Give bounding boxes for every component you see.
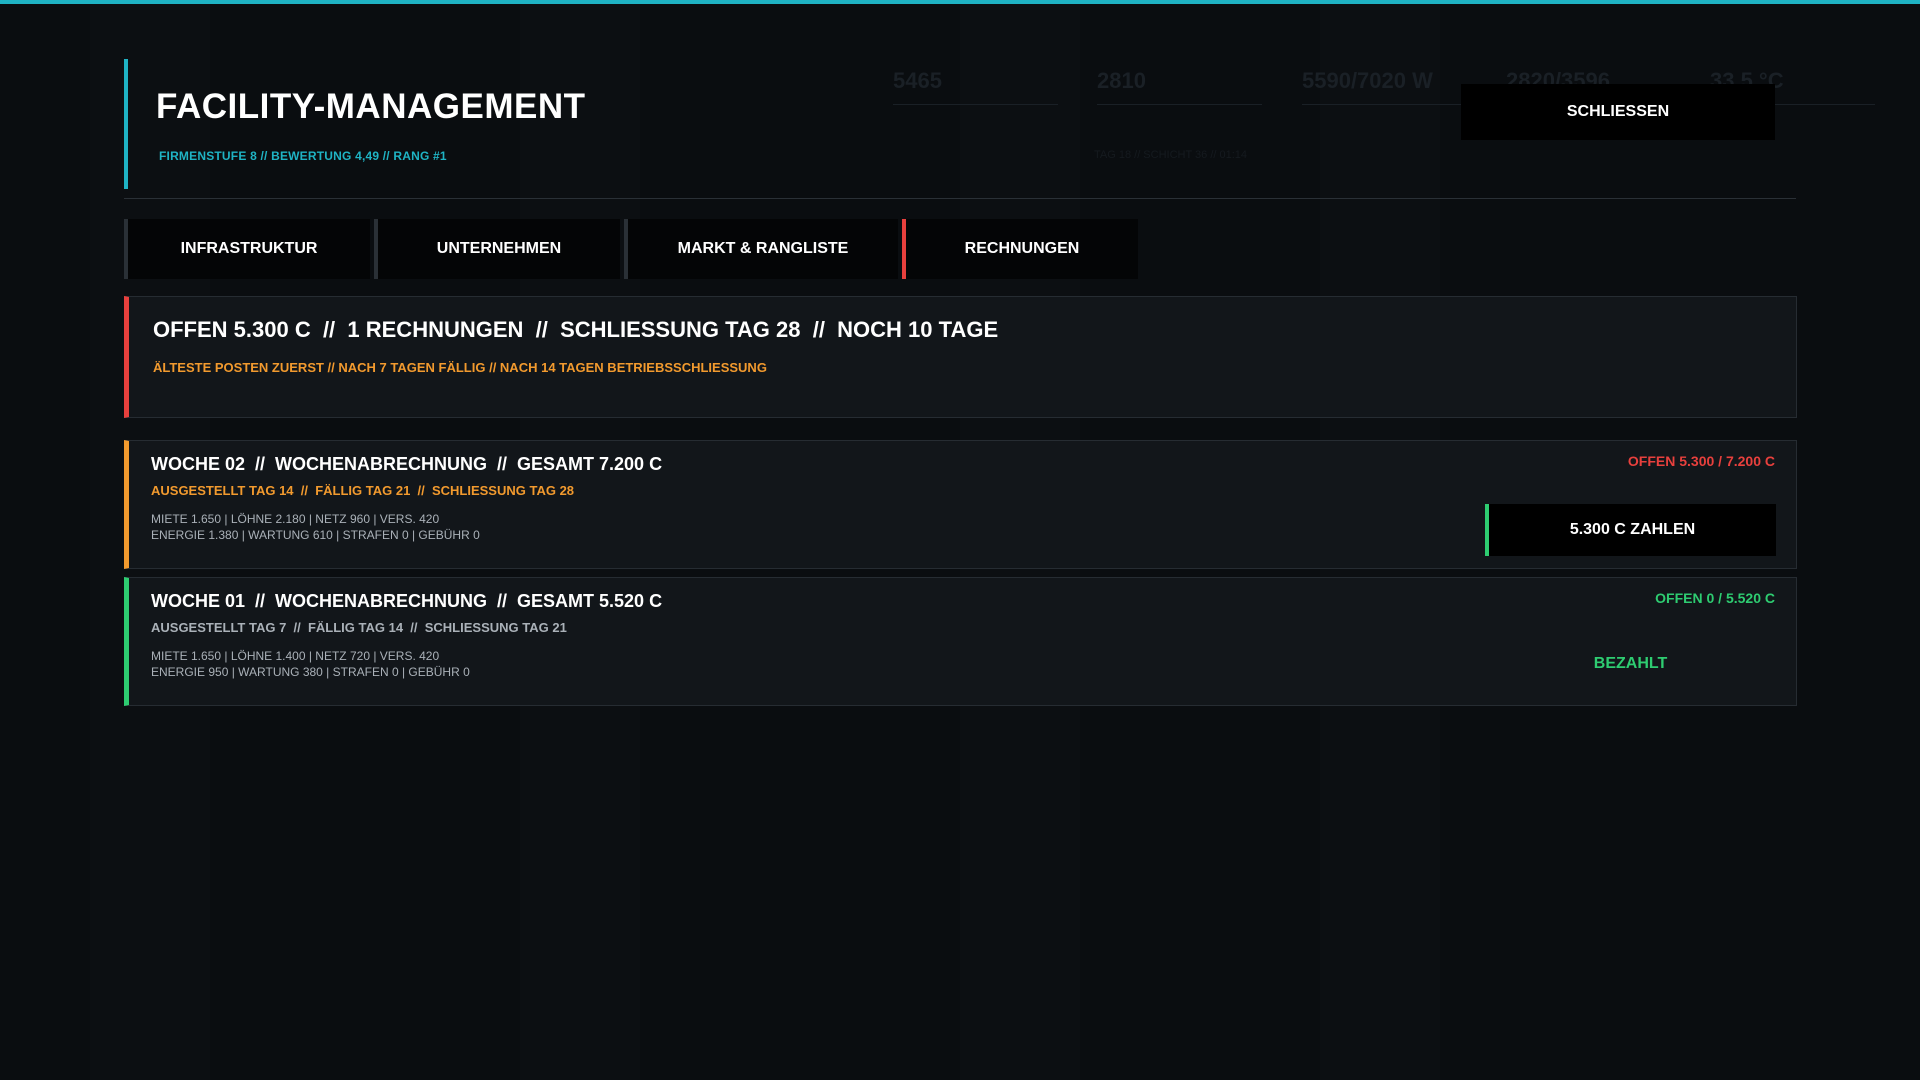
invoice-title: WOCHE 01 // WOCHENABRECHNUNG // GESAMT 5… (151, 591, 663, 611)
header-accent-bar (124, 59, 128, 189)
breakdown-line: MIETE 1.650 | LÖHNE 1.400 | NETZ 720 | V… (151, 649, 440, 663)
header-divider (124, 198, 1796, 199)
invoice-title: WOCHE 02 // WOCHENABRECHNUNG // GESAMT 7… (151, 454, 663, 474)
billing-summary: OFFEN 5.300 C // 1 RECHNUNGEN // SCHLIES… (124, 296, 1797, 418)
invoice-breakdown: MIETE 1.650 | LÖHNE 1.400 | NETZ 720 | V… (151, 648, 470, 680)
invoice-card-week-01: WOCHE 01 // WOCHENABRECHNUNG // GESAMT 5… (124, 577, 1797, 706)
page-title: FACILITY-MANAGEMENT (156, 87, 586, 126)
close-button[interactable]: SCHLIESSEN (1461, 84, 1775, 140)
tab-bar: INFRASTRUKTUR UNTERNEHMEN MARKT & RANGLI… (124, 219, 1138, 279)
invoice-status: OFFEN 0 / 5.520 C (1655, 590, 1775, 606)
tab-markt-rangliste[interactable]: MARKT & RANGLISTE (624, 219, 898, 279)
invoice-breakdown: MIETE 1.650 | LÖHNE 2.180 | NETZ 960 | V… (151, 511, 480, 543)
invoice-dates: AUSGESTELLT TAG 14 // FÄLLIG TAG 21 // S… (151, 483, 575, 498)
tab-infrastruktur[interactable]: INFRASTRUKTUR (124, 219, 370, 279)
breakdown-line: ENERGIE 950 | WARTUNG 380 | STRAFEN 0 | … (151, 665, 470, 679)
invoice-card-week-02: WOCHE 02 // WOCHENABRECHNUNG // GESAMT 7… (124, 440, 1797, 569)
top-accent-bar (0, 0, 1920, 4)
summary-rule: ÄLTESTE POSTEN ZUERST // NACH 7 TAGEN FÄ… (153, 360, 767, 375)
summary-headline: OFFEN 5.300 C // 1 RECHNUNGEN // SCHLIES… (153, 317, 999, 342)
invoice-dates: AUSGESTELLT TAG 7 // FÄLLIG TAG 14 // SC… (151, 620, 567, 635)
tab-rechnungen[interactable]: RECHNUNGEN (902, 219, 1138, 279)
breakdown-line: ENERGIE 1.380 | WARTUNG 610 | STRAFEN 0 … (151, 528, 480, 542)
company-stats: FIRMENSTUFE 8 // BEWERTUNG 4,49 // RANG … (159, 149, 447, 163)
tab-unternehmen[interactable]: UNTERNEHMEN (374, 219, 620, 279)
paid-label: BEZAHLT (1593, 655, 1668, 672)
pay-invoice-button[interactable]: 5.300 C ZAHLEN (1485, 504, 1776, 556)
invoice-status: OFFEN 5.300 / 7.200 C (1627, 453, 1775, 469)
breakdown-line: MIETE 1.650 | LÖHNE 2.180 | NETZ 960 | V… (151, 512, 440, 526)
